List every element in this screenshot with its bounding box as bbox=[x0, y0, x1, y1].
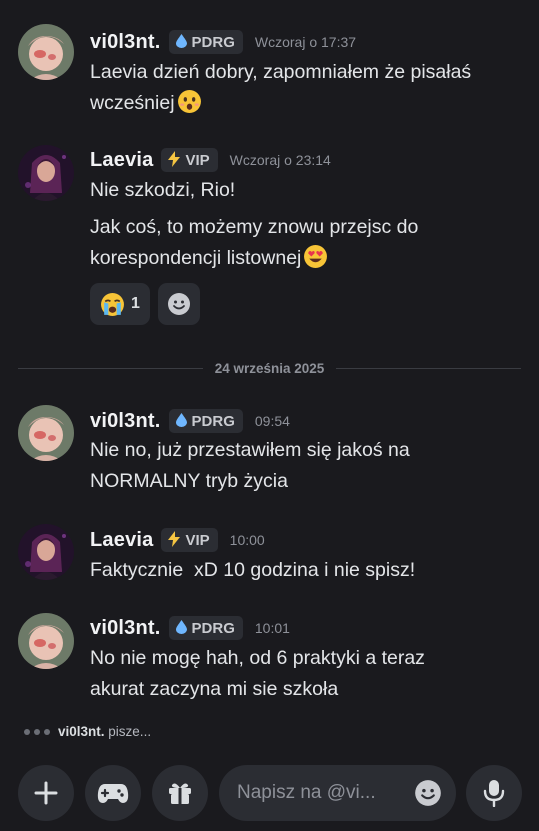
typing-dots-icon bbox=[24, 728, 50, 735]
message-line: Nie szkodzi, Rio! bbox=[90, 179, 236, 201]
timestamp: 10:01 bbox=[254, 620, 290, 636]
add-reaction-button[interactable] bbox=[157, 283, 200, 325]
timestamp: Wczoraj o 23:14 bbox=[229, 152, 331, 168]
message-input-placeholder: Napisz na @vi... bbox=[237, 782, 376, 803]
composer-bar: Napisz na @vi... bbox=[0, 752, 539, 831]
plus-icon bbox=[34, 781, 58, 805]
timestamp: 10:00 bbox=[229, 532, 265, 548]
heart-eyes-emoji bbox=[304, 245, 328, 268]
message-content: Nie szkodzi, Rio! bbox=[90, 175, 520, 206]
message-content: No nie mogę hah, od 6 praktyki a teraz a… bbox=[90, 643, 520, 705]
timestamp: Wczoraj o 17:37 bbox=[254, 34, 357, 50]
message-line: Nie no, już przestawiłem się jakoś na bbox=[90, 439, 410, 461]
tag-label: PDRG bbox=[191, 33, 235, 51]
avatar-vi0l3nt[interactable] bbox=[18, 24, 74, 80]
message-content: Faktycznie xD 10 godzina i nie spisz! bbox=[90, 555, 520, 586]
server-tag[interactable]: PDRG bbox=[168, 30, 243, 54]
server-tag[interactable]: VIP bbox=[161, 148, 218, 172]
server-tag[interactable]: VIP bbox=[161, 528, 218, 552]
typing-text: pisze... bbox=[108, 724, 152, 739]
message-line: Faktycznie xD 10 godzina i nie spisz! bbox=[90, 559, 416, 581]
message-input[interactable]: Napisz na @vi... bbox=[219, 765, 456, 821]
message-line: akurat zaczyna mi sie szkoła bbox=[90, 678, 339, 700]
smiley-icon bbox=[167, 293, 190, 315]
attach-button[interactable] bbox=[18, 765, 74, 821]
gift-icon bbox=[169, 783, 191, 804]
loudly-crying-face-emoji bbox=[101, 292, 124, 316]
message-line: korespondencji listownej bbox=[90, 247, 302, 269]
avatar-vi0l3nt[interactable] bbox=[18, 405, 74, 461]
avatar-laevia[interactable] bbox=[18, 524, 74, 580]
lightning-bolt-icon bbox=[167, 151, 181, 169]
tag-label: PDRG bbox=[191, 619, 235, 637]
water-drop-icon bbox=[175, 620, 188, 636]
astonished-face-emoji bbox=[177, 90, 201, 113]
server-tag[interactable]: PDRG bbox=[168, 409, 243, 433]
avatar-laevia[interactable] bbox=[18, 145, 74, 201]
username[interactable]: vi0l3nt. bbox=[90, 31, 161, 54]
username[interactable]: Laevia bbox=[90, 149, 153, 172]
username[interactable]: Laevia bbox=[90, 529, 153, 552]
tag-label: VIP bbox=[185, 531, 210, 549]
water-drop-icon bbox=[175, 413, 188, 429]
avatar-vi0l3nt[interactable] bbox=[18, 613, 74, 669]
tag-label: PDRG bbox=[191, 412, 235, 430]
lightning-bolt-icon bbox=[167, 531, 181, 549]
chat-area: vi0l3nt. PDRG Wczoraj o 17:37 Laevia dzi… bbox=[0, 0, 539, 760]
username[interactable]: vi0l3nt. bbox=[90, 617, 161, 640]
server-tag[interactable]: PDRG bbox=[168, 616, 243, 640]
message-line: wcześniej bbox=[90, 92, 175, 114]
microphone-icon bbox=[483, 780, 505, 807]
divider-line bbox=[336, 367, 522, 369]
timestamp: 09:54 bbox=[254, 413, 290, 429]
message-line: Jak coś, to możemy znowu przejsc do bbox=[90, 216, 419, 238]
voice-message-button[interactable] bbox=[466, 765, 522, 821]
message-line: Laevia dzień dobry, zapomniałem że pisał… bbox=[90, 61, 472, 83]
emoji-picker-icon[interactable] bbox=[414, 779, 442, 807]
typing-indicator: vi0l3nt. pisze... bbox=[24, 724, 151, 739]
water-drop-icon bbox=[175, 34, 188, 50]
message-line: NORMALNY tryb życia bbox=[90, 470, 288, 492]
message-content: Laevia dzień dobry, zapomniałem że pisał… bbox=[90, 57, 520, 119]
divider-date: 24 września 2025 bbox=[214, 360, 325, 376]
username[interactable]: vi0l3nt. bbox=[90, 410, 161, 433]
date-divider: 24 września 2025 bbox=[18, 358, 522, 378]
message-content: Nie no, już przestawiłem się jakoś na NO… bbox=[90, 435, 520, 497]
message-content: Jak coś, to możemy znowu przejsc do kore… bbox=[90, 212, 520, 274]
activities-button[interactable] bbox=[85, 765, 141, 821]
divider-line bbox=[18, 367, 203, 369]
tag-label: VIP bbox=[185, 151, 210, 169]
typing-user: vi0l3nt. bbox=[58, 724, 105, 739]
gift-button[interactable] bbox=[152, 765, 208, 821]
message-line: No nie mogę hah, od 6 praktyki a teraz bbox=[90, 647, 425, 669]
gamepad-icon bbox=[97, 784, 129, 803]
reaction-count: 1 bbox=[131, 295, 140, 312]
reactions-bar: 1 bbox=[90, 283, 200, 325]
reaction-button[interactable]: 1 bbox=[90, 283, 150, 325]
